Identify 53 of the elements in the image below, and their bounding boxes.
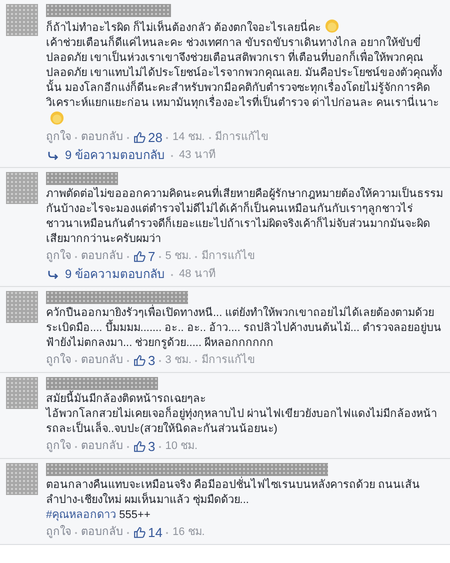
- avatar[interactable]: [6, 377, 38, 409]
- blurred-name[interactable]: [46, 463, 328, 476]
- comment-text: ไอ้พวกโลกสวยไม่เคยเจอก็อยู่ทุ่งกุหลาบไป ผ่านไฟเขียวยังบอกไฟแดงไม่มีกล้องหน้ารถละเป็นเล็จ..จบปะ(สวยให้นิดละกันส่วนน้อยนะ): [46, 408, 438, 435]
- like-link[interactable]: ถูกใจ: [46, 525, 71, 540]
- avatar[interactable]: [6, 463, 38, 495]
- comment-text: เค้าช่วยเตือนก็ดีแค่ไหนละคะ ช่วงเทศกาล ขับรถขับราเดินทางไกล อยากให้ขับขี่ปลอดภัย เขาเป็นห่วงเราเขาจึงช่วยเตือนสติพวกเรา ที่เตือนที่บอกก็เพื่อให้พวกคุณปลอดภัย เขาแทบไม่ได้ประโยชน์อะไรจากพวกคุณเลย. มันคือประโยชน์ของตัวคุณทั้งนั้น มองโลกอีกแง่ก็ดีนะคะสำหรับพวกมีอคติกับตำรวจซะทุกเรื่องโดยไม่รู้จักการคิดวิเคราะห์แยกแยะก่อน เหมามันทุกเรื่องอะไรที่เป็นตำรวจ ด่าไปก่อนละ คนเรานี่เนาะ: [46, 37, 442, 109]
- replies-link[interactable]: 9 ข้อความตอบกลับ: [65, 148, 166, 163]
- reply-link[interactable]: ตอบกลับ: [81, 353, 123, 368]
- timestamp[interactable]: 43 นาที: [179, 148, 216, 163]
- blurred-name[interactable]: [46, 4, 171, 17]
- thumbs-up-icon: [133, 354, 146, 367]
- like-link[interactable]: ถูกใจ: [46, 249, 71, 264]
- like-link[interactable]: ถูกใจ: [46, 439, 71, 454]
- like-count[interactable]: 7: [133, 249, 156, 264]
- timestamp[interactable]: 10 ชม.: [165, 439, 198, 454]
- like-count[interactable]: 3: [133, 439, 156, 454]
- edited-label[interactable]: มีการแก้ไข: [214, 130, 269, 145]
- like-count[interactable]: 3: [133, 353, 156, 368]
- replies-link[interactable]: 9 ข้อความตอบกลับ: [65, 267, 166, 282]
- reply-link[interactable]: ตอบกลับ: [81, 525, 123, 540]
- reply-link[interactable]: ตอบกลับ: [81, 249, 123, 264]
- like-link[interactable]: ถูกใจ: [46, 130, 71, 145]
- hashtag-link[interactable]: #คุณหลอกดาว: [46, 509, 116, 521]
- timestamp[interactable]: 16 ชม.: [172, 525, 205, 540]
- comment-text: ควักปืนออกมายิงรัวๆเพื่อเปิดทางหนี... แต่ยังทำให้พวกเขาถอยไม่ได้เลยต้องตามด้วยระเบิดมือ.... บึ้มมมม....... อะ.. อะ.. อ้าว.... รถปลิวไปค้างบนต้นไม้... ตำรวจลอยอยู่บนฟ้ายังไม่ตกลงมา... ช่วยกรูด้วย..... ผีหลอกกกกกก: [46, 307, 442, 349]
- edited-label[interactable]: มีการแก้ไข: [201, 353, 256, 368]
- thumbs-up-icon: [133, 440, 146, 453]
- thumbs-up-icon: [133, 131, 146, 144]
- reply-link[interactable]: ตอบกลับ: [81, 439, 123, 454]
- timestamp[interactable]: 48 นาที: [179, 267, 216, 282]
- avatar[interactable]: [6, 172, 38, 204]
- timestamp[interactable]: 14 ชม.: [172, 130, 205, 145]
- blurred-name[interactable]: [46, 377, 158, 390]
- reply-arrow-icon: [48, 151, 59, 160]
- comment-text: ภาพตัดต่อไม่ขอออกความคิดนะคนที่เสียหายคือผู้รักษากฎหมายต้องให้ความเป็นธรรมกันบ้างอะไรจะมองแต่ตำรวจไม่ดีไม่ได้เค้าก็เป็นคนเหมือนกันกับเราๆลูกชาวไร่ชาวนาเหมือนกันตำรวจดีก็เยอะแยะไปถ้าเราไม่ผิดจริงเค้าก็ไม่จับส่วนมากมันจะผิดเสียมากกว่านะครับผมว่า: [46, 188, 443, 245]
- timestamp[interactable]: 3 ชม.: [165, 353, 192, 368]
- comment-text: #คุณหลอกดาว 555++: [46, 509, 150, 521]
- comment-text: สมัยนี้มันมีกล้องติดหน้ารถเฉยๆละ: [46, 393, 206, 405]
- blurred-name[interactable]: [46, 172, 118, 185]
- avatar[interactable]: [6, 291, 38, 323]
- reply-link[interactable]: ตอบกลับ: [81, 130, 123, 145]
- thumbs-up-icon: [133, 526, 146, 539]
- like-link[interactable]: ถูกใจ: [46, 353, 71, 368]
- thumbs-up-icon: [133, 250, 146, 263]
- comment-text: ก็ถ้าไม่ทำอะไรผิด ก็ไม่เห็นต้องกลัว ต้องตกใจอะไรเลยนี่คะ: [46, 22, 322, 34]
- blurred-name[interactable]: [46, 291, 188, 304]
- edited-label[interactable]: มีการแก้ไข: [201, 249, 256, 264]
- timestamp[interactable]: 5 ชม.: [165, 249, 192, 264]
- reply-arrow-icon: [48, 270, 59, 279]
- like-count[interactable]: 14: [133, 525, 162, 540]
- like-count[interactable]: 28: [133, 130, 162, 145]
- comment-text: ตอนกลางคืนแทบจะเหมือนจริง คือมีออปชั่นไฟไซเรนบนหลังคารถด้วย ถนนเส้น ลำปาง-เชียงใหม่ ผมเห็นมาแล้ว ซุ่มมืดด้วย...: [46, 479, 420, 506]
- avatar[interactable]: [6, 4, 38, 36]
